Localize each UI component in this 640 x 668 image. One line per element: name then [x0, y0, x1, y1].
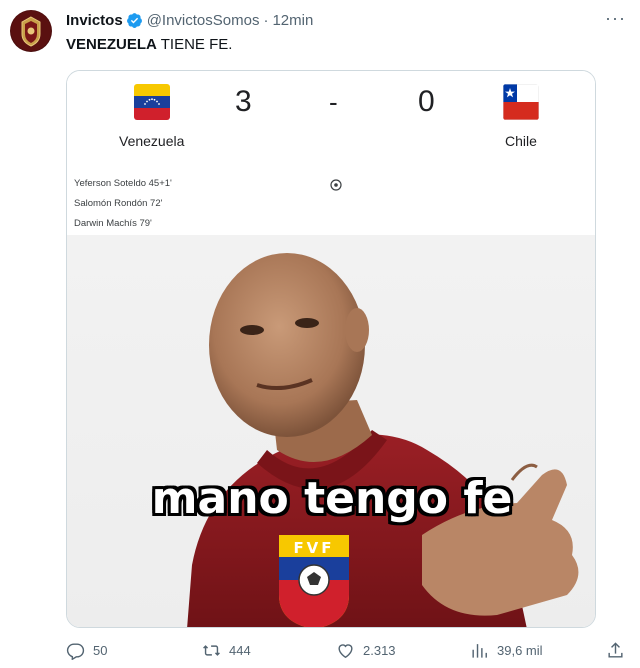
like-count: 2.313: [363, 642, 396, 658]
verified-badge-icon: [126, 12, 142, 28]
soccer-ball-icon: [330, 179, 342, 191]
author-avatar[interactable]: [10, 10, 52, 52]
away-score: 0: [418, 85, 435, 118]
views-button[interactable]: 39,6 mil: [470, 641, 543, 660]
tweet-timestamp[interactable]: 12min: [272, 12, 313, 29]
reply-icon: [66, 642, 85, 660]
like-button[interactable]: 2.313: [336, 641, 396, 660]
reply-count: 50: [93, 642, 108, 658]
more-options-icon[interactable]: ···: [605, 8, 626, 29]
tweet-text: VENEZUELA TIENE FE.: [66, 36, 232, 53]
meme-illustration: [187, 253, 579, 627]
retweet-button[interactable]: 444: [202, 641, 251, 660]
scorer-line: Yeferson Soteldo 45+1': [74, 178, 172, 189]
reply-button[interactable]: 50: [66, 641, 107, 660]
scorer-line: Darwin Machís 79': [74, 218, 152, 229]
author-name[interactable]: Invictos: [66, 12, 123, 29]
tweet-header: Invictos @InvictosSomos · 12min: [66, 10, 626, 30]
views-chart-icon: [472, 643, 487, 658]
share-button[interactable]: [606, 641, 625, 660]
heart-icon: [338, 643, 353, 658]
retweet-icon: [203, 644, 220, 656]
media-image[interactable]: 3 - 0 Venezuela Chile Yeferson Soteldo 4…: [66, 70, 596, 628]
team-crest-icon: [11, 11, 51, 51]
meme-image: FVF mano tengo fe: [67, 235, 595, 627]
away-team-name: Chile: [505, 133, 537, 149]
score-separator: -: [329, 87, 338, 117]
fvf-badge-text: FVF: [293, 539, 335, 557]
home-score: 3: [235, 85, 252, 118]
view-count: 39,6 mil: [497, 642, 543, 658]
header-separator: ·: [263, 11, 269, 29]
author-handle[interactable]: @InvictosSomos: [147, 12, 260, 29]
tweet-actions-bar: 50 444 2.313 39,6 mil: [66, 638, 626, 662]
share-icon: [608, 641, 623, 658]
chile-flag-icon: [503, 84, 539, 120]
scorer-line: Salomón Rondón 72': [74, 198, 163, 209]
venezuela-flag-icon: [134, 84, 170, 120]
match-scoreboard: 3 - 0 Venezuela Chile: [67, 71, 595, 167]
meme-caption: mano tengo fe: [151, 473, 513, 524]
tweet-text-bold: VENEZUELA: [66, 36, 157, 53]
home-team-name: Venezuela: [119, 133, 185, 149]
retweet-count: 444: [229, 642, 251, 658]
tweet-text-rest: TIENE FE.: [156, 36, 233, 53]
goal-scorers: Yeferson Soteldo 45+1' Salomón Rondón 72…: [67, 167, 595, 235]
